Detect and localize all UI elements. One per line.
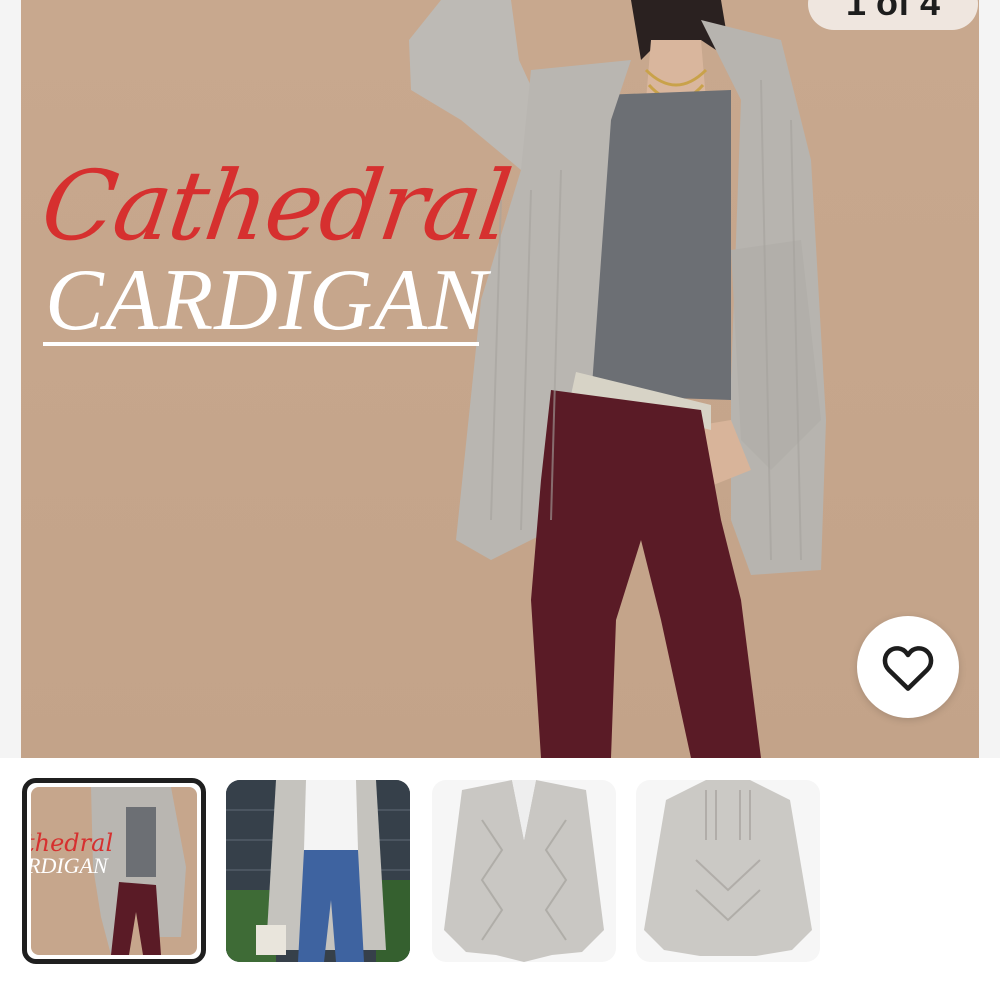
heart-outline-icon [882,646,934,691]
thumbnail-1-caps: RDIGAN [31,853,108,878]
title-underline [43,342,479,346]
favorite-button[interactable] [857,616,959,718]
title-script-text: Cathedral [35,150,517,262]
thumbnail-3[interactable] [432,780,616,962]
thumbnail-1[interactable]: thedral RDIGAN [22,778,206,964]
gallery-edge-left [0,0,21,758]
thumbnail-2-image [226,780,410,962]
main-product-image[interactable]: Cathedral CARDIGAN [21,0,979,758]
image-counter-badge: 1 of 4 [808,0,978,30]
model-figure [409,0,826,758]
thumbnail-4-image [644,780,812,956]
thumbnail-4[interactable] [636,780,820,962]
thumbnail-2[interactable] [226,780,410,962]
thumbnail-3-image [444,780,604,962]
title-caps-text: CARDIGAN [45,252,489,349]
gallery-edge-right [979,0,1000,758]
